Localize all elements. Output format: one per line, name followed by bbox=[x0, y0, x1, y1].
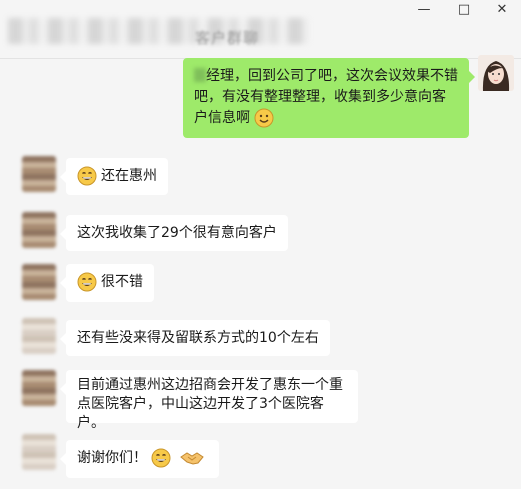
grin-emoji-icon bbox=[151, 448, 171, 468]
avatar[interactable] bbox=[22, 434, 56, 470]
handshake-emoji-icon bbox=[180, 448, 204, 468]
grin-emoji-icon bbox=[77, 166, 97, 186]
message-text: 目前通过惠州这边招商会开发了惠东一个重点医院客户，中山这边开发了3个医院客户。 bbox=[77, 377, 343, 431]
avatar[interactable] bbox=[22, 318, 56, 354]
message-bubble[interactable]: 很不错 bbox=[60, 264, 154, 302]
chat-title: 客户群聊 bbox=[195, 29, 260, 47]
avatar[interactable] bbox=[22, 212, 56, 248]
minimize-button[interactable]: — bbox=[412, 2, 436, 17]
avatar[interactable] bbox=[22, 156, 56, 192]
smile-emoji-icon bbox=[254, 108, 274, 128]
close-button[interactable]: ✕ bbox=[490, 2, 514, 17]
message-text: 谢谢你们！ bbox=[77, 450, 147, 466]
self-avatar[interactable] bbox=[478, 55, 514, 91]
chat-title-bar: 客户群聊 — □ ✕ bbox=[0, 0, 521, 59]
redacted-chat-name bbox=[8, 18, 308, 44]
message-bubble[interactable]: 还有些没来得及留联系方式的10个左右 bbox=[60, 320, 330, 356]
grin-emoji-icon bbox=[77, 272, 97, 292]
message-bubble[interactable]: 这次我收集了29个很有意向客户 bbox=[60, 215, 288, 251]
message-text: 这次我收集了29个很有意向客户 bbox=[77, 225, 277, 241]
own-message-bubble[interactable]: 经理，回到公司了吧，这次会议效果不错吧，有没有整理整理，收集到多少意向客户信息啊 bbox=[183, 58, 475, 138]
message-text: 还有些没来得及留联系方式的10个左右 bbox=[77, 330, 319, 346]
message-text: 还在惠州 bbox=[101, 168, 157, 184]
message-text: 很不错 bbox=[101, 274, 143, 290]
maximize-button[interactable]: □ bbox=[452, 2, 476, 17]
message-text: 经理，回到公司了吧，这次会议效果不错吧，有没有整理整理，收集到多少意向客户信息啊 bbox=[194, 68, 458, 126]
message-bubble[interactable]: 目前通过惠州这边招商会开发了惠东一个重点医院客户，中山这边开发了3个医院客户。 bbox=[60, 370, 358, 431]
avatar[interactable] bbox=[22, 264, 56, 300]
avatar[interactable] bbox=[22, 370, 56, 406]
message-bubble[interactable]: 谢谢你们！ bbox=[60, 440, 219, 478]
redacted-name bbox=[194, 68, 206, 82]
message-bubble[interactable]: 还在惠州 bbox=[60, 158, 168, 195]
